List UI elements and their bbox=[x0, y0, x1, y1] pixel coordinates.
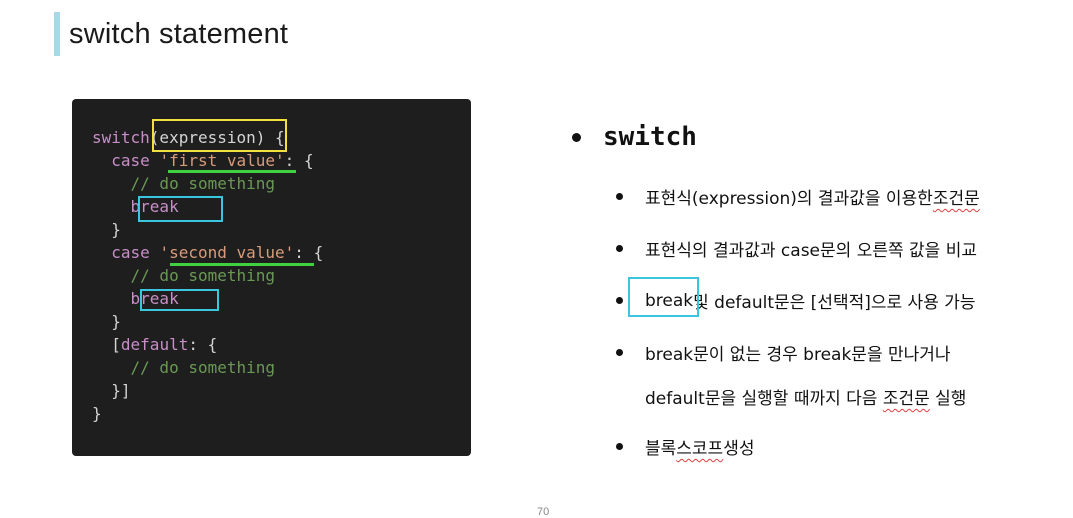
bullet-dot-icon bbox=[616, 245, 623, 252]
code-punct: : { bbox=[188, 335, 218, 354]
code-punct: } bbox=[92, 312, 121, 331]
bullet-item: 표현식의 결과값과 case문의 오른쪽 값을 비교 bbox=[616, 236, 977, 261]
page-number: 70 bbox=[537, 506, 550, 518]
expression-highlight-box bbox=[152, 119, 287, 152]
bullet-text: 표현식(expression)의 결과값을 이용한 bbox=[645, 189, 933, 209]
main-bullet: switch bbox=[572, 122, 697, 152]
code-keyword: case bbox=[92, 151, 160, 170]
bullet-item: break문이 없는 경우 break문을 만나거나 bbox=[616, 340, 951, 365]
code-punct: } bbox=[92, 404, 102, 423]
code-comment: // do something bbox=[92, 174, 276, 193]
code-punct: : { bbox=[294, 243, 324, 262]
bullet-text: 표현식의 결과값과 case문의 오른쪽 값을 비교 bbox=[645, 241, 977, 261]
first-value-underline bbox=[168, 170, 296, 173]
break-highlight-box-3 bbox=[628, 277, 699, 317]
bullet-text: 생성 bbox=[723, 439, 755, 459]
bullet-dot-icon bbox=[616, 297, 623, 304]
code-punct: [ bbox=[92, 335, 121, 354]
code-punct: : { bbox=[284, 151, 314, 170]
main-bullet-label: switch bbox=[603, 122, 697, 152]
break-highlight-box-1 bbox=[138, 196, 223, 222]
bullet-dot-icon bbox=[616, 443, 623, 450]
bullet-text: default문을 실행할 때까지 다음 bbox=[645, 389, 883, 409]
bullet-dot-icon bbox=[616, 193, 623, 200]
break-highlight-box-2 bbox=[140, 289, 219, 311]
bullet-continuation: default문을 실행할 때까지 다음 조건문 실행 bbox=[645, 384, 966, 409]
bullet-text: 블록 bbox=[645, 439, 677, 459]
bullet-item: 블록 스코프 생성 bbox=[616, 434, 754, 459]
spellcheck-word: 조건문 bbox=[882, 389, 930, 409]
bullet-text: 및 default문은 [선택적]으로 사용 가능 bbox=[693, 293, 976, 313]
code-keyword: default bbox=[120, 335, 189, 354]
code-comment: // do something bbox=[92, 266, 276, 285]
code-string: 'first value' bbox=[159, 151, 285, 170]
code-comment: // do something bbox=[92, 358, 276, 377]
code-keyword: switch bbox=[92, 128, 150, 147]
code-keyword: case bbox=[92, 243, 160, 262]
second-value-underline bbox=[170, 263, 314, 266]
code-panel: switch(expression) { case 'first value':… bbox=[72, 99, 471, 456]
slide-title: switch statement bbox=[69, 18, 289, 50]
bullet-dot-icon bbox=[572, 132, 581, 142]
bullet-text: break문이 없는 경우 break문을 만나거나 bbox=[645, 345, 951, 365]
bullet-text: 실행 bbox=[929, 389, 967, 409]
bullet-dot-icon bbox=[616, 349, 623, 356]
code-string: 'second value' bbox=[159, 243, 295, 262]
bullet-item: 표현식(expression)의 결과값을 이용한 조건문 bbox=[616, 184, 980, 209]
spellcheck-word: 조건문 bbox=[932, 189, 980, 209]
code-punct: } bbox=[92, 220, 121, 239]
spellcheck-word: 스코프 bbox=[676, 439, 724, 459]
code-punct: }] bbox=[92, 381, 131, 400]
title-accent-bar bbox=[54, 12, 60, 56]
